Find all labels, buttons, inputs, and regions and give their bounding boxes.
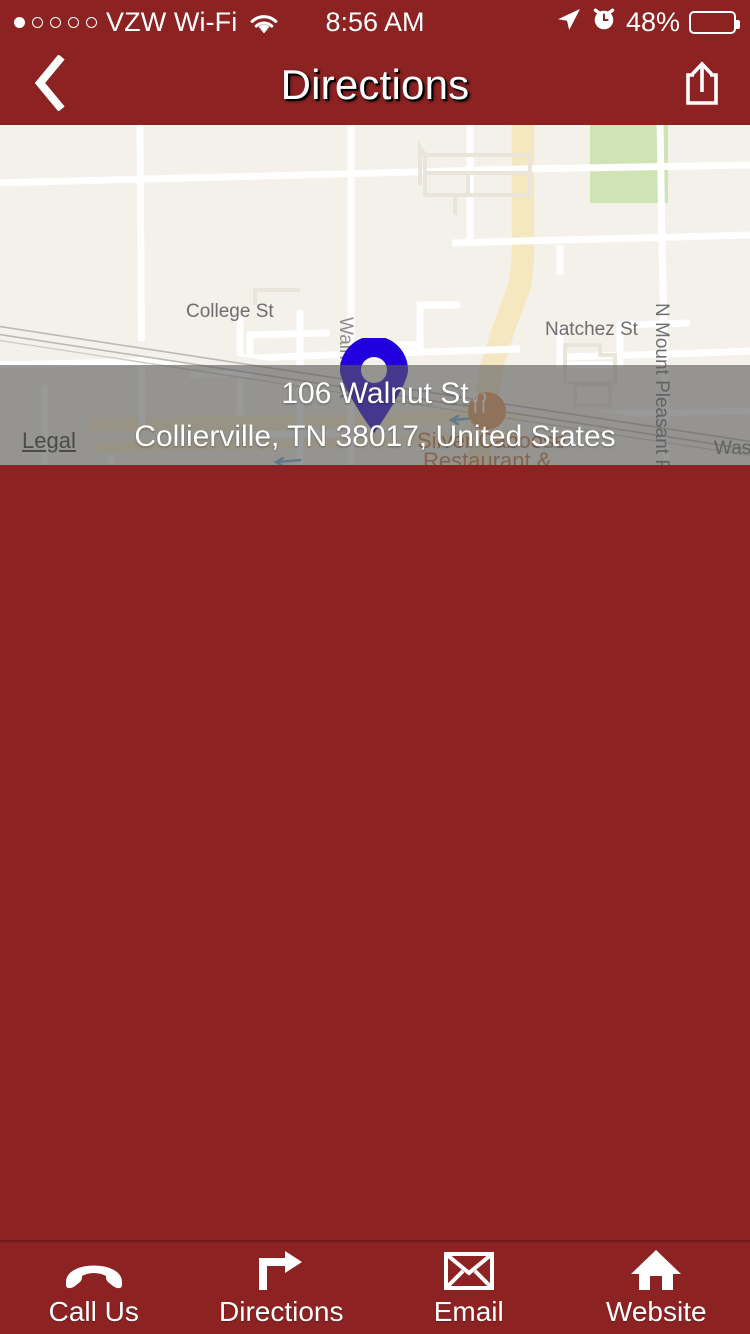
- clock-label: 8:56 AM: [325, 7, 425, 37]
- signal-strength-dots: [14, 17, 97, 28]
- signal-dot-4: [68, 17, 79, 28]
- tab-label: Directions: [219, 1296, 344, 1327]
- tab-bar: Call Us Directions Email Website: [0, 1240, 750, 1334]
- tab-email[interactable]: Email: [375, 1242, 563, 1334]
- signal-dot-5: [86, 17, 97, 28]
- address-overlay: 106 Walnut St Collierville, TN 38017, Un…: [0, 365, 750, 465]
- app-root: VZW Wi-Fi 8:56 AM 48% Directions College…: [0, 0, 750, 1334]
- status-bar-left: VZW Wi-Fi: [14, 7, 279, 38]
- home-icon: [628, 1250, 684, 1292]
- phone-icon: [61, 1250, 127, 1292]
- tab-call-us[interactable]: Call Us: [0, 1242, 188, 1334]
- carrier-label: VZW Wi-Fi: [106, 7, 238, 37]
- location-arrow-icon: [555, 6, 582, 40]
- address-line-2: Collierville, TN 38017, United States: [134, 420, 616, 453]
- tab-label: Email: [433, 1296, 504, 1327]
- alarm-clock-icon: [591, 6, 617, 39]
- turn-right-arrow-icon: [253, 1250, 309, 1292]
- envelope-icon: [443, 1250, 495, 1292]
- signal-dot-1: [14, 17, 25, 28]
- status-bar: VZW Wi-Fi 8:56 AM 48%: [0, 0, 750, 45]
- tab-directions[interactable]: Directions: [188, 1242, 376, 1334]
- tab-label: Website: [605, 1296, 707, 1327]
- battery-percent-label: 48%: [625, 7, 680, 37]
- content-area: [0, 465, 750, 1240]
- signal-dot-3: [50, 17, 61, 28]
- page-title: Directions: [280, 61, 470, 108]
- status-bar-right: 48%: [555, 6, 740, 40]
- wifi-icon: [249, 12, 279, 34]
- battery-icon: [689, 11, 740, 34]
- navigation-bar: Directions: [0, 45, 750, 125]
- legal-link[interactable]: Legal: [22, 428, 76, 454]
- tab-label: Call Us: [48, 1296, 139, 1327]
- tab-website[interactable]: Website: [563, 1242, 750, 1334]
- address-line-1: 106 Walnut St: [281, 376, 469, 410]
- signal-dot-2: [32, 17, 43, 28]
